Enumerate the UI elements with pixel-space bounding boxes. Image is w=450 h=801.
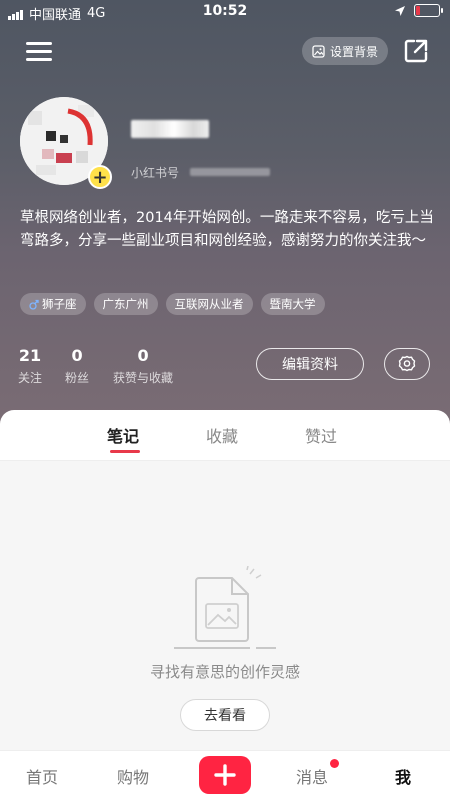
- edit-profile-button[interactable]: 编辑资料: [256, 348, 364, 380]
- tag-label: 互联网从业者: [174, 297, 244, 311]
- image-icon: [312, 44, 325, 58]
- nickname-blurred: [131, 120, 209, 138]
- empty-state: 寻找有意思的创作灵感 去看看: [0, 461, 450, 750]
- location-icon: [395, 5, 405, 16]
- tag-label: 广东广州: [102, 297, 149, 311]
- rednote-id-blurred: [190, 168, 270, 176]
- bottom-nav: 首页 购物 消息 我: [0, 750, 450, 801]
- tag-zodiac[interactable]: 狮子座: [20, 293, 86, 315]
- active-tab-indicator: [110, 450, 140, 453]
- likes-label: 获赞与收藏: [113, 371, 174, 385]
- tag-location[interactable]: 广东广州: [93, 293, 158, 315]
- nav-messages[interactable]: 消息: [296, 764, 328, 788]
- stat-following[interactable]: 21 关注: [18, 346, 42, 386]
- stat-followers[interactable]: 0 粉丝: [65, 346, 89, 386]
- nav-me[interactable]: 我: [395, 764, 411, 788]
- empty-note-icon: [174, 566, 276, 649]
- menu-button[interactable]: [26, 40, 52, 62]
- rednote-id-label: 小红书号: [131, 166, 180, 180]
- plus-icon: [214, 764, 236, 786]
- content-tabs: 笔记 收藏 赞过: [0, 410, 450, 461]
- tab-liked[interactable]: 赞过: [305, 423, 337, 447]
- tab-notes[interactable]: 笔记: [107, 423, 139, 447]
- settings-button[interactable]: [384, 348, 430, 380]
- male-icon: [29, 299, 39, 310]
- set-background-label: 设置背景: [329, 44, 378, 59]
- status-time: 10:52: [202, 3, 248, 19]
- nav-home[interactable]: 首页: [26, 764, 58, 788]
- explore-button[interactable]: 去看看: [180, 699, 270, 731]
- profile-tags: 狮子座 广东广州 互联网从业者 暨南大学: [20, 293, 325, 315]
- nav-shop[interactable]: 购物: [117, 764, 149, 788]
- likes-count: 0: [137, 346, 149, 365]
- gear-icon: [398, 355, 416, 372]
- share-icon[interactable]: [403, 38, 429, 64]
- tag-school[interactable]: 暨南大学: [260, 293, 325, 315]
- following-count: 21: [18, 346, 42, 365]
- empty-state-text: 寻找有意思的创作灵感: [149, 663, 300, 681]
- tag-occupation[interactable]: 互联网从业者: [165, 293, 253, 315]
- set-background-button[interactable]: 设置背景: [302, 37, 388, 65]
- followers-count: 0: [71, 346, 83, 365]
- publish-button[interactable]: [199, 756, 251, 794]
- status-bar: 中国联通 4G 10:52: [0, 0, 450, 24]
- followers-label: 粉丝: [65, 371, 90, 385]
- tag-label: 暨南大学: [269, 297, 316, 311]
- notification-dot: [330, 759, 339, 768]
- tab-collections[interactable]: 收藏: [206, 423, 238, 447]
- profile-bio: 草根网络创业者，2014年开始网创。一路走来不容易，吃亏上当弯路多，分享一些副业…: [20, 210, 434, 249]
- following-label: 关注: [18, 371, 43, 385]
- content-sheet: 笔记 收藏 赞过 寻找有意思的创作灵感 去看看: [0, 410, 450, 750]
- tag-label: 狮子座: [42, 297, 77, 311]
- add-avatar-badge[interactable]: +: [88, 165, 112, 189]
- stat-likes[interactable]: 0 获赞与收藏: [113, 346, 173, 386]
- battery-icon: [414, 4, 443, 17]
